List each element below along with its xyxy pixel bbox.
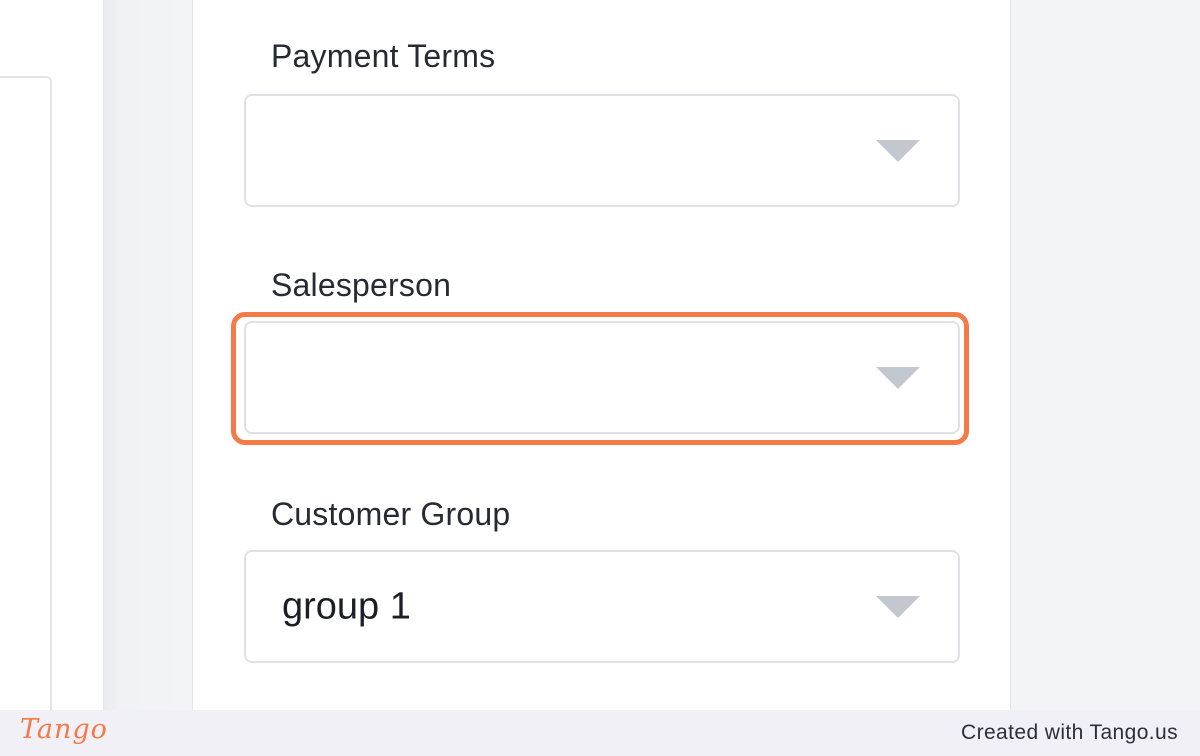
left-panel: [0, 0, 104, 710]
customer-group-value: group 1: [282, 585, 411, 627]
salesperson-label: Salesperson: [271, 267, 452, 303]
tango-logo: Tango: [20, 714, 108, 745]
payment-terms-select[interactable]: [244, 94, 960, 207]
screenshot-stage: Payment Terms Salesperson Customer Group…: [0, 0, 1200, 710]
chevron-down-icon: [876, 595, 920, 618]
customer-form-panel: Payment Terms Salesperson Customer Group…: [192, 0, 1011, 710]
panel-gutter: [104, 0, 192, 710]
created-with-credit: Created with Tango.us: [961, 721, 1178, 744]
chevron-down-icon: [876, 139, 920, 162]
customer-group-label: Customer Group: [271, 496, 511, 532]
customer-group-select[interactable]: group 1: [244, 550, 960, 663]
salesperson-select[interactable]: [244, 321, 960, 434]
tango-footer: Tango Created with Tango.us: [0, 710, 1200, 756]
payment-terms-label: Payment Terms: [271, 38, 496, 74]
chevron-down-icon: [876, 366, 920, 389]
left-card: [0, 76, 52, 710]
